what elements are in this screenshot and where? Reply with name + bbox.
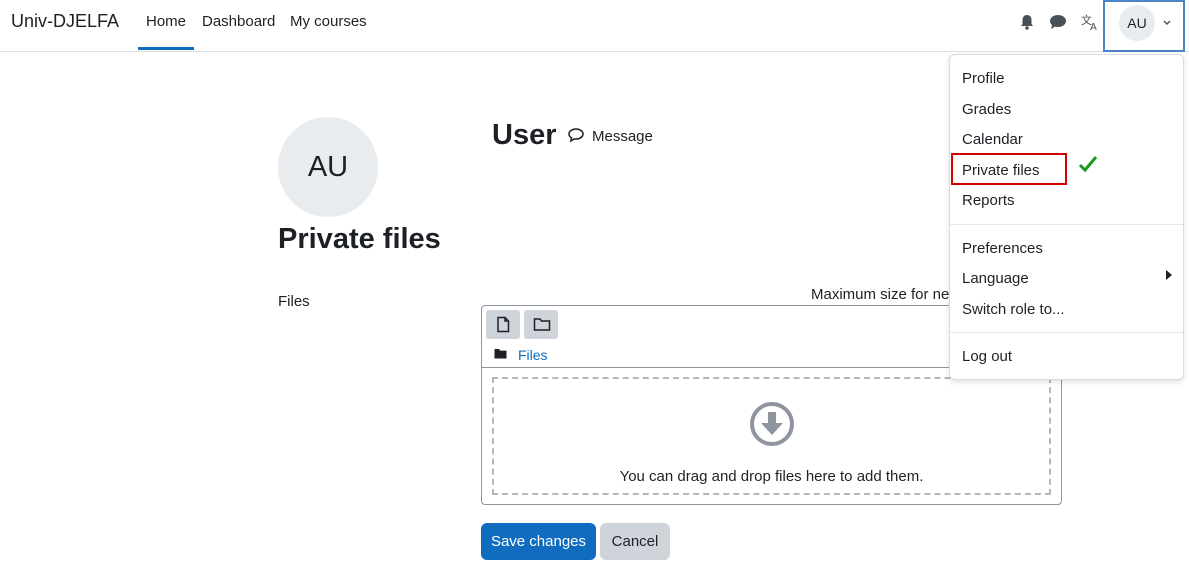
folder-icon: [494, 349, 507, 359]
checkmark-icon: [1078, 156, 1098, 173]
menu-item-language[interactable]: Language: [962, 270, 1029, 287]
menu-divider: [950, 224, 1183, 225]
save-changes-button[interactable]: Save changes: [481, 523, 596, 560]
folder-path-link[interactable]: Files: [518, 347, 548, 363]
dropzone-text: You can drag and drop files here to add …: [619, 468, 924, 485]
menu-item-preferences[interactable]: Preferences: [962, 240, 1043, 257]
add-file-button[interactable]: [486, 310, 520, 339]
svg-text:A: A: [1090, 22, 1097, 32]
file-dropzone[interactable]: You can drag and drop files here to add …: [492, 377, 1051, 495]
nav-dashboard[interactable]: Dashboard: [202, 13, 275, 30]
profile-avatar: AU: [278, 117, 378, 217]
user-dropdown-menu: Profile Grades Calendar Private files Re…: [949, 54, 1184, 380]
menu-item-calendar[interactable]: Calendar: [962, 131, 1023, 148]
chat-icon[interactable]: [1048, 12, 1068, 32]
menu-item-switch-role[interactable]: Switch role to...: [962, 301, 1065, 318]
menu-divider: [950, 332, 1183, 333]
user-fullname: User: [492, 119, 557, 151]
files-field-label: Files: [278, 293, 310, 310]
caret-right-icon: [1166, 270, 1172, 280]
download-circle-icon: [750, 402, 794, 446]
folder-icon: [533, 318, 551, 331]
file-icon: [497, 316, 510, 333]
nav-my-courses[interactable]: My courses: [290, 13, 367, 30]
top-navbar: Univ-DJELFA Home Dashboard My courses 文 …: [0, 0, 1189, 52]
avatar: AU: [1119, 5, 1155, 41]
language-icon[interactable]: 文 A: [1080, 12, 1100, 32]
user-menu-toggle[interactable]: AU: [1103, 0, 1185, 52]
menu-item-logout[interactable]: Log out: [962, 348, 1012, 365]
menu-item-profile[interactable]: Profile: [962, 70, 1005, 87]
menu-item-reports[interactable]: Reports: [962, 192, 1015, 209]
nav-home[interactable]: Home: [146, 13, 186, 30]
max-size-text: Maximum size for ne: [811, 286, 950, 303]
create-folder-button[interactable]: [524, 310, 558, 339]
cancel-button[interactable]: Cancel: [600, 523, 670, 560]
chevron-down-icon: [1163, 20, 1171, 25]
page-title: Private files: [278, 223, 441, 255]
active-nav-indicator: [138, 47, 194, 50]
message-icon[interactable]: [567, 127, 585, 143]
site-brand[interactable]: Univ-DJELFA: [11, 11, 119, 32]
bell-icon[interactable]: [1017, 12, 1037, 32]
menu-item-grades[interactable]: Grades: [962, 101, 1011, 118]
menu-item-private-files[interactable]: Private files: [962, 162, 1040, 179]
message-link[interactable]: Message: [592, 128, 653, 145]
